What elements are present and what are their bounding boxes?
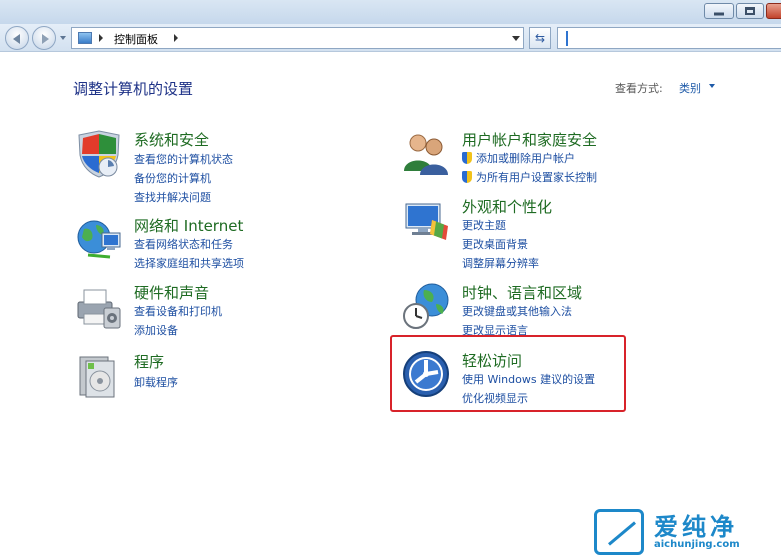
minimize-icon (714, 12, 724, 16)
refresh-icon: ⇆ (534, 31, 546, 45)
title-bar (0, 0, 781, 24)
category-title[interactable]: 外观和个性化 (462, 196, 552, 217)
page-title: 调整计算机的设置 (73, 80, 194, 98)
link-network-status[interactable]: 查看网络状态和任务 (134, 236, 233, 252)
link-desktop-background[interactable]: 更改桌面背景 (462, 236, 528, 252)
link-homegroup[interactable]: 选择家庭组和共享选项 (134, 255, 244, 271)
close-button[interactable] (766, 3, 781, 19)
programs-icon (79, 356, 115, 398)
link-view-computer-status[interactable]: 查看您的计算机状态 (134, 151, 233, 167)
search-input[interactable] (557, 27, 781, 49)
recent-pages-dropdown[interactable] (60, 36, 66, 40)
category-clock-language: 时钟、语言和区域 更改键盘或其他输入法 更改显示语言 (402, 282, 662, 337)
control-panel-content: 调整计算机的设置 查看方式: 类别 系统和安全 查看您的计算机状态 备份您的计算… (0, 53, 781, 560)
category-network: 网络和 Internet 查看网络状态和任务 选择家庭组和共享选项 (74, 215, 334, 270)
control-panel-icon (78, 32, 92, 44)
link-troubleshoot[interactable]: 查找并解决问题 (134, 189, 211, 205)
category-title[interactable]: 硬件和声音 (134, 282, 209, 303)
breadcrumb-separator-icon[interactable] (174, 34, 178, 42)
navigation-bar: 控制面板 ⇆ (0, 24, 781, 52)
watermark-logo-icon (594, 509, 644, 555)
category-appearance: 外观和个性化 更改主题 更改桌面背景 调整屏幕分辨率 (402, 196, 662, 271)
category-hardware-sound: 硬件和声音 查看设备和打印机 添加设备 (74, 282, 334, 337)
back-button[interactable] (5, 26, 29, 50)
uac-shield-icon (462, 152, 472, 164)
address-bar[interactable]: 控制面板 (71, 27, 524, 49)
category-programs: 程序 卸载程序 (74, 351, 334, 398)
shield-icon (78, 130, 120, 178)
link-change-theme[interactable]: 更改主题 (462, 217, 506, 233)
category-title[interactable]: 网络和 Internet (134, 215, 243, 236)
maximize-button[interactable] (736, 3, 764, 19)
link-uninstall-program[interactable]: 卸载程序 (134, 374, 178, 390)
clock-globe-icon (403, 283, 449, 329)
network-globe-icon (77, 220, 121, 259)
link-screen-resolution[interactable]: 调整屏幕分辨率 (462, 255, 539, 271)
link-add-remove-accounts[interactable]: 添加或删除用户帐户 (462, 150, 575, 166)
appearance-icon (405, 203, 448, 240)
watermark: 爱纯净 aichunjing.com (594, 507, 774, 557)
link-add-device[interactable]: 添加设备 (134, 322, 178, 338)
category-title[interactable]: 程序 (134, 351, 164, 372)
back-arrow-icon (13, 34, 20, 44)
forward-arrow-icon (42, 34, 49, 44)
address-dropdown-icon[interactable] (512, 36, 520, 41)
maximize-icon (745, 7, 755, 15)
view-by-dropdown[interactable]: 类别 (679, 80, 701, 96)
view-by-label: 查看方式: (615, 82, 663, 95)
category-user-accounts: 用户帐户和家庭安全 添加或删除用户帐户 为所有用户设置家长控制 (402, 129, 662, 189)
breadcrumb-control-panel[interactable]: 控制面板 (114, 31, 158, 47)
refresh-button[interactable]: ⇆ (529, 27, 551, 49)
ease-of-access-highlight-box (390, 335, 626, 412)
minimize-button[interactable] (704, 3, 734, 19)
link-backup-computer[interactable]: 备份您的计算机 (134, 170, 211, 186)
text-caret (566, 31, 568, 46)
category-title[interactable]: 系统和安全 (134, 129, 209, 150)
printer-icon (77, 289, 121, 329)
users-icon (404, 134, 448, 175)
chevron-down-icon[interactable] (709, 84, 715, 88)
breadcrumb-separator-icon[interactable] (99, 34, 103, 42)
watermark-diagonal (608, 521, 636, 546)
link-keyboard-input[interactable]: 更改键盘或其他输入法 (462, 303, 572, 319)
category-system-security: 系统和安全 查看您的计算机状态 备份您的计算机 查找并解决问题 (74, 129, 334, 204)
forward-button[interactable] (32, 26, 56, 50)
link-parental-controls[interactable]: 为所有用户设置家长控制 (462, 169, 597, 185)
watermark-brand: 爱纯净 (654, 513, 738, 541)
category-title[interactable]: 时钟、语言和区域 (462, 282, 582, 303)
watermark-url: aichunjing.com (654, 539, 740, 550)
category-title[interactable]: 用户帐户和家庭安全 (462, 129, 597, 150)
uac-shield-icon (462, 171, 472, 183)
link-devices-printers[interactable]: 查看设备和打印机 (134, 303, 222, 319)
